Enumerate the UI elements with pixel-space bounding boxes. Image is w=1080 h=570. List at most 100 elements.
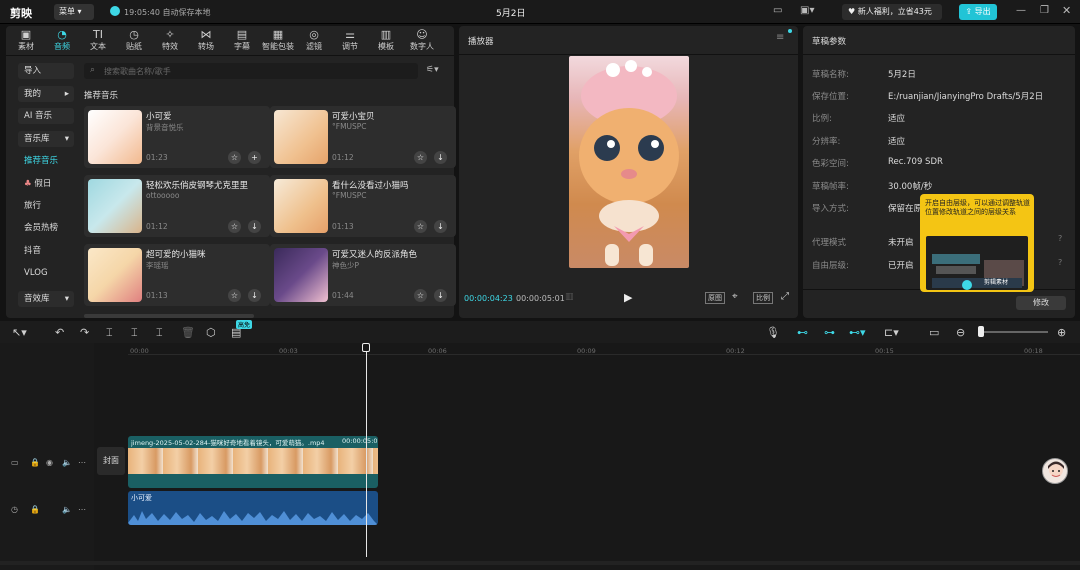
music-card[interactable]: 超可爱的小猫咪 李瑶瑶 01:13 ☆ ↓ (84, 244, 270, 306)
music-card[interactable]: 可爱小宝贝 °FMUSPC 01:12 ☆ ↓ (270, 106, 456, 168)
mark-icon[interactable]: ⬡ (206, 326, 216, 339)
linkage-icon[interactable]: ⊷▾ (849, 326, 866, 339)
download-icon[interactable]: ↓ (248, 220, 261, 233)
music-thumbnail[interactable] (88, 248, 142, 302)
zoom-slider[interactable] (980, 331, 1048, 333)
menu-button[interactable]: 菜单 ▾ (54, 4, 94, 20)
export-button[interactable]: ⇪ 导出 (959, 4, 997, 20)
minimize-icon[interactable]: — (1016, 5, 1026, 16)
tab-8[interactable]: ◎ 滤镜 (296, 28, 332, 52)
main-track-magnet-icon[interactable]: ⊷ (797, 326, 808, 339)
favorite-icon[interactable]: ☆ (414, 151, 427, 164)
crop-icon[interactable]: ⌖ (732, 291, 738, 302)
search-input[interactable]: ⌕ 搜索歌曲名称/歌手 (84, 63, 418, 79)
tab-2[interactable]: TI 文本 (80, 28, 116, 52)
video-lock-icon[interactable]: 🔒 (30, 458, 40, 467)
music-thumbnail[interactable] (88, 179, 142, 233)
layout-icon[interactable]: ▭ (773, 5, 782, 16)
zoom-slider-handle[interactable] (978, 326, 984, 337)
sidebar-item-holiday[interactable]: ♣ 假日 (18, 176, 74, 192)
favorite-icon[interactable]: ☆ (228, 289, 241, 302)
sidebar-item-travel[interactable]: 旅行 (18, 198, 74, 214)
tab-7[interactable]: ▦ 智能包装 (260, 28, 296, 52)
tab-1[interactable]: ◔ 音频 (44, 28, 80, 52)
sidebar-item-douyin[interactable]: 抖音 (18, 243, 74, 259)
tab-11[interactable]: ☺ 数字人 (404, 28, 440, 52)
modify-button[interactable]: 修改 (1016, 296, 1066, 310)
filter-icon[interactable]: ⚟▾ (426, 65, 439, 75)
sidebar-import[interactable]: 导入 (18, 63, 74, 79)
audio-mute-icon[interactable]: 🔈 (62, 505, 72, 514)
audio-lock-icon[interactable]: 🔒 (30, 505, 40, 514)
avatar[interactable] (1042, 458, 1068, 484)
zoom-out-icon[interactable]: ⊖ (956, 326, 965, 339)
favorite-icon[interactable]: ☆ (414, 220, 427, 233)
select-tool-icon[interactable]: ↖▾ (12, 326, 27, 339)
video-clip[interactable]: jimeng-2025-05-02-284-猫咪好奇地看着镜头，可爱萌猫。.mp… (128, 436, 378, 488)
playhead-handle[interactable] (362, 343, 370, 352)
music-card[interactable]: 小可爱 背景音悦乐 01:23 ☆ + (84, 106, 270, 168)
tab-0[interactable]: ▣ 素材 (8, 28, 44, 52)
layout-switch-icon[interactable]: ▣▾ (800, 5, 814, 16)
music-card[interactable]: 可爱又迷人的反派角色 神色少P 01:44 ☆ ↓ (270, 244, 456, 306)
split-icon[interactable]: ⌶ (106, 326, 113, 340)
fullscreen-icon[interactable]: ⤢ (781, 291, 789, 302)
tab-4[interactable]: ✧ 特效 (152, 28, 188, 52)
sidebar-item-member[interactable]: 会员热榜 (18, 220, 74, 236)
tab-5[interactable]: ⋈ 转场 (188, 28, 224, 52)
delete-icon[interactable]: 🗑 (181, 326, 195, 339)
music-card[interactable]: 轻松欢乐俏皮钢琴尤克里里 ottooooo 01:12 ☆ ↓ (84, 175, 270, 237)
original-button[interactable]: 原图 (705, 292, 725, 304)
audio-clip[interactable]: 小可爱 (128, 491, 378, 525)
download-icon[interactable]: ↓ (434, 289, 447, 302)
sidebar-library[interactable]: 音乐库 ▾ (18, 131, 74, 147)
video-preview[interactable] (569, 56, 689, 268)
preview-axis-icon[interactable]: ⊏▾ (884, 326, 899, 339)
audio-more-icon[interactable]: ⋯ (78, 505, 86, 514)
sidebar-ai-music[interactable]: AI 音乐 (18, 108, 74, 124)
undo-icon[interactable]: ↶ (55, 326, 64, 339)
music-thumbnail[interactable] (274, 110, 328, 164)
ratio-button[interactable]: 比例 (753, 292, 773, 304)
favorite-icon[interactable]: ☆ (228, 151, 241, 164)
layer-help-icon[interactable]: ? (1058, 258, 1062, 267)
music-thumbnail[interactable] (274, 179, 328, 233)
download-icon[interactable]: ↓ (434, 220, 447, 233)
music-card[interactable]: 看什么没看过小猫吗 °FMUSPC 01:13 ☆ ↓ (270, 175, 456, 237)
video-eye-icon[interactable]: ◉ (46, 458, 53, 467)
sidebar-mine[interactable]: 我的 ▸ (18, 86, 74, 102)
sidebar-item-vlog[interactable]: VLOG (18, 265, 74, 281)
promo-button[interactable]: ♥ 新人福利，立省43元 (842, 4, 942, 20)
add-icon[interactable]: + (248, 151, 261, 164)
video-mute-icon[interactable]: 🔈 (62, 458, 72, 467)
favorite-icon[interactable]: ☆ (414, 289, 427, 302)
player-menu-icon[interactable]: ≡ (776, 32, 784, 43)
redo-icon[interactable]: ↷ (80, 326, 89, 339)
sidebar-sfx[interactable]: 音效库 ▾ (18, 291, 74, 307)
download-icon[interactable]: ↓ (434, 151, 447, 164)
playhead[interactable] (366, 345, 367, 557)
sidebar-item-recommended[interactable]: 推荐音乐 (18, 153, 74, 169)
favorite-icon[interactable]: ☆ (228, 220, 241, 233)
split-right-icon[interactable]: ⌶ (156, 326, 163, 340)
tab-9[interactable]: ⚌ 调节 (332, 28, 368, 52)
music-thumbnail[interactable] (88, 110, 142, 164)
maximize-icon[interactable]: ❐ (1040, 5, 1049, 16)
auto-snap-icon[interactable]: ⊶ (824, 326, 835, 339)
cover-button[interactable]: 封面 (97, 447, 125, 475)
music-artist: 神色少P (332, 261, 360, 270)
zoom-in-icon[interactable]: ⊕ (1057, 326, 1066, 339)
close-icon[interactable]: ✕ (1062, 4, 1071, 17)
tab-10[interactable]: ▥ 模板 (368, 28, 404, 52)
download-icon[interactable]: ↓ (248, 289, 261, 302)
tab-3[interactable]: ◷ 贴纸 (116, 28, 152, 52)
proxy-help-icon[interactable]: ? (1058, 234, 1062, 243)
split-left-icon[interactable]: ⌶ (131, 326, 138, 340)
play-button[interactable]: ▶ (624, 291, 632, 304)
video-more-icon[interactable]: ⋯ (78, 458, 86, 467)
caption-icon[interactable]: ▭ (929, 326, 939, 339)
microphone-icon[interactable]: 🎙 (766, 326, 780, 339)
music-thumbnail[interactable] (274, 248, 328, 302)
timecode-grid-icon[interactable]: ▥ (565, 292, 574, 302)
tab-6[interactable]: ▤ 字幕 (224, 28, 260, 52)
